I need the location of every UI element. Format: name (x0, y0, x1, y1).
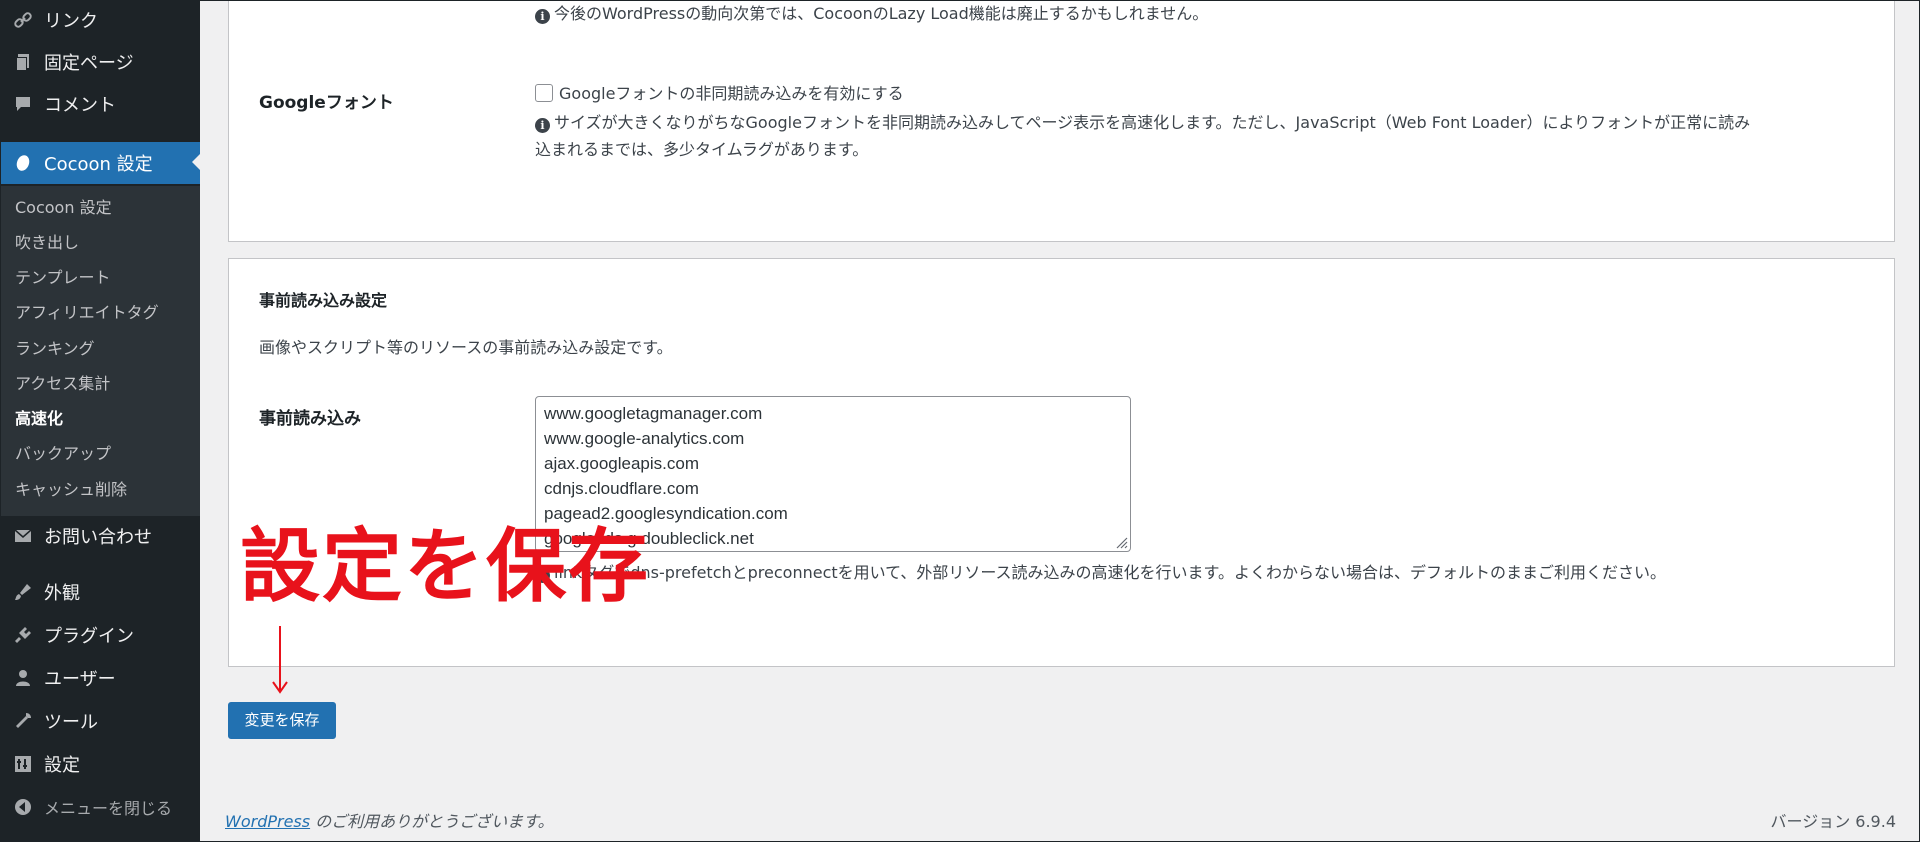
menu-item-cocoon-settings[interactable]: Cocoon 設定 (0, 142, 200, 184)
footer-thanks: WordPress のご利用ありがとうございます。 (225, 808, 554, 832)
wrench-icon (12, 710, 34, 732)
comment-icon (12, 93, 34, 115)
resize-grip-icon[interactable] (1114, 535, 1128, 549)
menu-item-pages[interactable]: 固定ページ (0, 42, 200, 82)
menu-item-tools[interactable]: ツール (0, 701, 200, 741)
preload-section-title: 事前読み込み設定 (259, 291, 388, 310)
domain-line: cdnjs.cloudflare.com (544, 479, 699, 498)
plugin-icon (12, 624, 34, 646)
google-fonts-description: i サイズが大きくなりがちなGoogleフォントを非同期読み込みしてページ表示を高… (535, 109, 1845, 163)
google-fonts-desc-line2: 込まれるまでは、多少タイムラグがあります。 (535, 140, 869, 159)
footer-version: バージョン 6.9.4 (1770, 812, 1896, 831)
google-fonts-checkbox-row[interactable]: Googleフォントの非同期読み込みを有効にする (535, 80, 904, 107)
menu-label: ツール (44, 712, 98, 733)
preload-section-desc: 画像やスクリプト等のリソースの事前読み込み設定です。 (259, 338, 673, 357)
menu-label: メニューを閉じる (44, 799, 173, 818)
submenu-item[interactable]: Cocoon 設定 (15, 194, 112, 222)
save-settings-annotation: 設定を保存 (240, 520, 650, 613)
domain-line: ajax.googleapis.com (544, 454, 699, 473)
domain-line: www.google-analytics.com (544, 429, 745, 448)
google-fonts-desc-line1: サイズが大きくなりがちなGoogleフォントを非同期読み込みしてページ表示を高速… (554, 113, 1751, 132)
menu-label: お問い合わせ (44, 527, 152, 548)
submenu-item-current[interactable]: 高速化 (15, 405, 63, 433)
submenu-item[interactable]: バックアップ (15, 440, 111, 468)
collapse-icon (12, 796, 34, 818)
preload-desc-text: dns-prefetchとpreconnectを用いて、外部リソース読み込みの高… (630, 563, 1666, 582)
page-icon (12, 51, 34, 73)
down-arrow-icon (272, 626, 288, 694)
menu-label: 設定 (44, 755, 80, 776)
submenu-item[interactable]: 吹き出し (15, 229, 79, 257)
menu-item-users[interactable]: ユーザー (0, 658, 200, 698)
google-fonts-checkbox[interactable] (535, 84, 553, 102)
cocoon-icon (12, 152, 34, 174)
menu-label: コメント (44, 95, 116, 116)
menu-item-comments[interactable]: コメント (0, 84, 200, 124)
preload-description: i linkタグでdns-prefetchとpreconnectを用いて、外部リソ… (535, 559, 1666, 586)
brush-icon (12, 581, 34, 603)
mail-icon (12, 525, 34, 547)
menu-item-plugins[interactable]: プラグイン (0, 615, 200, 655)
submenu-item[interactable]: アフィリエイトタグ (15, 299, 159, 327)
menu-item-settings[interactable]: 設定 (0, 744, 200, 784)
menu-label: Cocoon 設定 (44, 154, 153, 175)
menu-label: 外観 (44, 583, 80, 604)
wordpress-link[interactable]: WordPress (225, 812, 310, 831)
menu-item-contact[interactable]: お問い合わせ (0, 516, 200, 556)
lazyload-note-text: 今後のWordPressの動向次第では、CocoonのLazy Load機能は廃… (554, 4, 1209, 23)
menu-label: リンク (44, 11, 98, 32)
submenu-item[interactable]: テンプレート (15, 264, 111, 292)
menu-item-links[interactable]: リンク (0, 0, 200, 40)
link-icon (12, 9, 34, 31)
domain-line: www.googletagmanager.com (544, 404, 763, 423)
info-icon: i (535, 9, 550, 24)
submenu-item[interactable]: キャッシュ削除 (15, 476, 127, 504)
settings-icon (12, 753, 34, 775)
info-icon: i (535, 118, 550, 133)
admin-sidebar: リンク 固定ページ コメント Cocoon 設定 Cocoon 設定 吹き出し … (0, 0, 200, 842)
preload-label: 事前読み込み (259, 409, 361, 429)
menu-label: 固定ページ (44, 53, 134, 74)
lazyload-note: i 今後のWordPressの動向次第では、CocoonのLazy Load機能は… (535, 0, 1208, 27)
submenu-item[interactable]: ランキング (15, 335, 95, 363)
user-icon (12, 667, 34, 689)
save-changes-button[interactable]: 変更を保存 (228, 702, 336, 739)
submenu-item[interactable]: アクセス集計 (15, 370, 110, 398)
menu-label: ユーザー (44, 669, 116, 690)
menu-label: プラグイン (44, 626, 134, 647)
menu-item-appearance[interactable]: 外観 (0, 572, 200, 612)
google-fonts-label: Googleフォント (259, 93, 394, 113)
collapse-menu-button[interactable]: メニューを閉じる (0, 787, 200, 827)
cocoon-submenu: Cocoon 設定 吹き出し テンプレート アフィリエイトタグ ランキング アク… (0, 186, 200, 516)
footer-thanks-text: のご利用ありがとうございます。 (310, 812, 554, 831)
google-fonts-checkbox-label[interactable]: Googleフォントの非同期読み込みを有効にする (559, 84, 904, 103)
